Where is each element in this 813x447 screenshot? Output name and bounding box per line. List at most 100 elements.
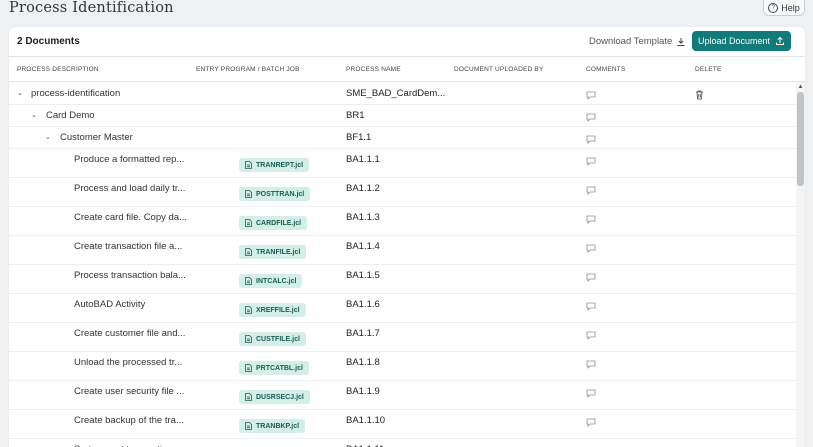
entry-program-tag[interactable]: TRANBKP.jcl	[239, 419, 306, 433]
process-description: Card Demo	[46, 110, 95, 121]
entry-program-tag[interactable]: TRANREPT.jcl	[239, 158, 310, 172]
process-description: Create card file. Copy da...	[74, 212, 187, 223]
comment-bubble-icon[interactable]	[586, 87, 596, 105]
table-row[interactable]: Create user security file ... DUSRSECJ.jc…	[9, 380, 796, 410]
file-icon	[245, 161, 252, 169]
table-row[interactable]: Create customer file and... CUSTFILE.jcl B…	[9, 322, 796, 352]
document-count: 2 Documents	[17, 36, 80, 47]
comment-bubble-icon[interactable]	[586, 414, 596, 432]
comment-bubble-icon[interactable]	[586, 109, 596, 127]
trash-icon[interactable]	[695, 87, 704, 105]
col-process-description[interactable]: PROCESS DESCRIPTION	[17, 66, 99, 73]
col-process-name[interactable]: PROCESS NAME	[346, 66, 401, 73]
vertical-scrollbar[interactable]: ▲	[796, 82, 805, 447]
entry-program-label: DUSRSECJ.jcl	[256, 393, 304, 401]
file-icon	[245, 422, 252, 430]
table-row[interactable]: ⌄ Card Demo BR1	[9, 104, 796, 127]
process-description: Create backup of the tra...	[74, 415, 184, 426]
process-name: BA1.1.6	[346, 299, 380, 310]
table-row[interactable]: Process transaction bala... INTCALC.jcl BA…	[9, 264, 796, 294]
entry-program-tag[interactable]: PRTCATBL.jcl	[239, 361, 309, 375]
table-row[interactable]: AutoBAD Activity XREFFILE.jcl BA1.1.6	[9, 293, 796, 323]
upload-document-button[interactable]: Upload Document	[692, 31, 791, 51]
download-icon	[677, 37, 685, 46]
scrollbar-thumb[interactable]	[797, 92, 804, 186]
page-title: Process Identification	[9, 0, 174, 16]
process-name: BA1.1.3	[346, 212, 380, 223]
chevron-down-icon[interactable]: ⌄	[45, 133, 51, 141]
comment-bubble-icon[interactable]	[586, 298, 596, 316]
entry-program-tag[interactable]: TRANFILE.jcl	[239, 245, 307, 259]
file-icon	[245, 306, 252, 314]
table-row[interactable]: Create card file. Copy da... CARDFILE.jcl…	[9, 206, 796, 236]
col-comments[interactable]: COMMENTS	[586, 66, 626, 73]
table-row[interactable]: ⌄ Customer Master BF1.1	[9, 126, 796, 149]
file-icon	[245, 393, 252, 401]
comment-bubble-icon[interactable]	[586, 240, 596, 258]
entry-program-label: PRTCATBL.jcl	[256, 364, 303, 372]
comment-bubble-icon[interactable]	[586, 131, 596, 149]
process-name: BA1.1.4	[346, 241, 380, 252]
process-description: Process and load daily tr...	[74, 183, 186, 194]
entry-program-tag[interactable]: POSTTRAN.jcl	[239, 187, 311, 201]
documents-card: 2 Documents Download Template Upload Doc…	[9, 27, 805, 447]
comment-bubble-icon[interactable]	[586, 153, 596, 171]
process-name: BA1.1.5	[346, 270, 380, 281]
file-icon	[245, 190, 252, 198]
entry-program-tag[interactable]: DUSRSECJ.jcl	[239, 390, 310, 404]
upload-document-label: Upload Document	[698, 36, 771, 46]
entry-program-label: TRANFILE.jcl	[256, 248, 301, 256]
col-document-uploaded-by[interactable]: DOCUMENT UPLOADED BY	[454, 66, 543, 73]
process-description: Unload the processed tr...	[74, 357, 183, 368]
comment-bubble-icon[interactable]	[586, 182, 596, 200]
card-header: 2 Documents Download Template Upload Doc…	[9, 27, 805, 57]
entry-program-label: XREFFILE.jcl	[256, 306, 300, 314]
comment-bubble-icon[interactable]	[586, 269, 596, 287]
table-row[interactable]: Create backup of the tra... TRANBKP.jcl BA…	[9, 409, 796, 439]
table-row[interactable]: Unload the processed tr... PRTCATBL.jcl BA…	[9, 351, 796, 381]
col-entry-program[interactable]: ENTRY PROGRAM / BATCH JOB	[196, 66, 300, 73]
entry-program-tag[interactable]: XREFFILE.jcl	[239, 303, 306, 317]
comment-bubble-icon[interactable]	[586, 356, 596, 374]
entry-program-label: TRANBKP.jcl	[256, 422, 300, 430]
comment-bubble-icon[interactable]	[586, 385, 596, 403]
process-description: Create customer file and...	[74, 328, 186, 339]
entry-program-label: CARDFILE.jcl	[256, 219, 302, 227]
process-name: BR1	[346, 110, 365, 121]
help-button[interactable]: ? Help	[763, 0, 805, 16]
file-icon	[245, 364, 252, 372]
table-row[interactable]: Create transaction file a... TRANFILE.jcl…	[9, 235, 796, 265]
table-row[interactable]: Sort current transaction...BA1.1.11	[9, 438, 796, 447]
chevron-down-icon[interactable]: ⌄	[31, 111, 37, 119]
process-name: BA1.1.7	[346, 328, 380, 339]
process-description: AutoBAD Activity	[74, 299, 146, 310]
file-icon	[245, 277, 252, 285]
entry-program-label: POSTTRAN.jcl	[256, 190, 305, 198]
process-name: BA1.1.1	[346, 154, 380, 165]
entry-program-tag[interactable]: CARDFILE.jcl	[239, 216, 308, 230]
process-description: Create transaction file a...	[74, 241, 183, 252]
process-name: SME_BAD_CardDem...	[346, 88, 446, 99]
process-description: process-identification	[31, 88, 121, 99]
file-icon	[245, 248, 252, 256]
comment-bubble-icon[interactable]	[586, 327, 596, 345]
file-icon	[245, 335, 252, 343]
process-description: Produce a formatted rep...	[74, 154, 185, 165]
table-row[interactable]: Process and load daily tr... POSTTRAN.jcl…	[9, 177, 796, 207]
comment-bubble-icon[interactable]	[586, 443, 596, 447]
upload-icon	[776, 36, 784, 45]
process-name: BA1.1.2	[346, 183, 380, 194]
download-template-label: Download Template	[589, 36, 673, 47]
entry-program-tag[interactable]: INTCALC.jcl	[239, 274, 303, 288]
process-description: Create user security file ...	[74, 386, 185, 397]
file-icon	[245, 219, 252, 227]
col-delete[interactable]: DELETE	[695, 66, 722, 73]
download-template-button[interactable]: Download Template	[589, 36, 686, 47]
table-row[interactable]: ⌄ process-identification SME_BAD_CardDem..…	[9, 82, 796, 105]
scroll-up-arrow-icon[interactable]: ▲	[797, 84, 804, 90]
entry-program-tag[interactable]: CUSTFILE.jcl	[239, 332, 306, 346]
chevron-down-icon[interactable]: ⌄	[17, 89, 23, 97]
comment-bubble-icon[interactable]	[586, 211, 596, 229]
entry-program-label: INTCALC.jcl	[256, 277, 297, 285]
table-row[interactable]: Produce a formatted rep... TRANREPT.jcl BA…	[9, 148, 796, 178]
